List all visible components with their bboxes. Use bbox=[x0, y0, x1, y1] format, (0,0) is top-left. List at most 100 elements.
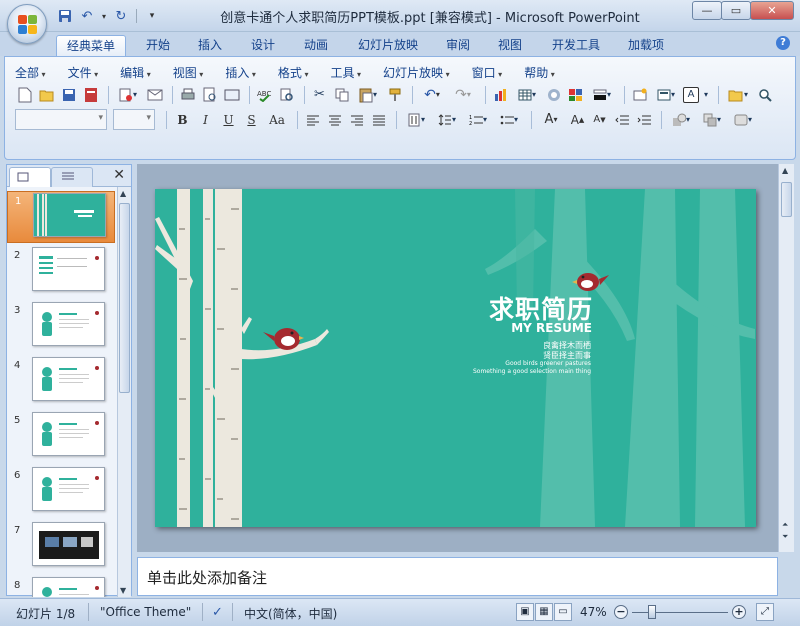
folder-icon[interactable]: ▾ bbox=[724, 85, 752, 104]
minimize-button[interactable]: — bbox=[692, 1, 722, 20]
slide-thumbnail[interactable]: 2 bbox=[7, 246, 115, 298]
save-icon[interactable] bbox=[59, 85, 78, 104]
format-painter-icon[interactable] bbox=[385, 85, 404, 104]
theme-name[interactable]: "Office Theme" bbox=[100, 605, 191, 619]
slide-subtitle[interactable]: MY RESUME bbox=[511, 321, 592, 335]
previous-slide-icon[interactable]: ⏶ bbox=[782, 520, 788, 530]
font-color-icon[interactable]: A ▾ bbox=[537, 110, 565, 129]
slide-line3[interactable]: Good birds greener pastures bbox=[505, 360, 591, 367]
slide-thumbnail[interactable]: 6 bbox=[7, 466, 115, 518]
tab-classic-menu[interactable]: 经典菜单 bbox=[56, 35, 126, 56]
shadow-button[interactable]: S bbox=[241, 110, 262, 129]
notes-placeholder[interactable]: 单击此处添加备注 bbox=[147, 567, 267, 588]
spelling-icon[interactable]: ABC bbox=[255, 85, 274, 104]
slide-color-icon[interactable] bbox=[566, 85, 585, 104]
tab-view[interactable]: 视图 bbox=[490, 35, 530, 56]
font-name-combo[interactable] bbox=[15, 109, 107, 130]
slide-sorter-icon[interactable]: ▦ bbox=[535, 603, 553, 621]
arrange-icon[interactable]: ▾ bbox=[698, 110, 726, 129]
slide-preview[interactable] bbox=[32, 412, 105, 456]
text-box-icon[interactable]: A bbox=[683, 86, 699, 103]
tab-slides[interactable] bbox=[9, 167, 51, 187]
tab-home[interactable]: 开始 bbox=[138, 35, 178, 56]
clipart-icon[interactable] bbox=[544, 85, 563, 104]
close-icon[interactable]: ✕ bbox=[113, 167, 125, 183]
cut-icon[interactable]: ✂ bbox=[310, 85, 329, 104]
tab-outline[interactable] bbox=[51, 167, 93, 187]
notes-pane[interactable]: 单击此处添加备注 bbox=[137, 557, 778, 596]
language-indicator[interactable]: 中文(简体，中国) bbox=[244, 605, 337, 622]
align-left-icon[interactable] bbox=[303, 110, 322, 129]
slideshow-view-icon[interactable]: ▭ bbox=[554, 603, 572, 621]
permission-icon[interactable]: ▾ bbox=[114, 85, 142, 104]
redo-icon[interactable]: ↷ ▾ bbox=[449, 85, 477, 104]
menu-window[interactable]: 窗口 bbox=[472, 64, 503, 81]
undo-icon[interactable]: ↶ ▾ bbox=[418, 85, 446, 104]
zoom-slider-thumb[interactable] bbox=[648, 605, 656, 619]
increase-indent-icon[interactable] bbox=[634, 110, 653, 129]
thumbnails-scrollbar[interactable]: ▲ ▼ bbox=[117, 187, 131, 597]
menu-tools[interactable]: 工具 bbox=[330, 64, 361, 81]
normal-view-icon[interactable]: ▣ bbox=[516, 603, 534, 621]
menu-insert[interactable]: 插入 bbox=[225, 64, 256, 81]
menu-slideshow[interactable]: 幻灯片放映 bbox=[383, 64, 450, 81]
bold-button[interactable]: B bbox=[172, 110, 193, 129]
decrease-indent-icon[interactable] bbox=[612, 110, 631, 129]
zoom-slider-track[interactable] bbox=[632, 612, 728, 613]
open-icon[interactable] bbox=[37, 85, 56, 104]
slide-thumbnail[interactable]: 7 bbox=[7, 521, 115, 573]
menu-format[interactable]: 格式 bbox=[278, 64, 309, 81]
scroll-thumb[interactable] bbox=[781, 182, 792, 217]
bullets-icon[interactable]: ▾ bbox=[495, 110, 523, 129]
tab-insert[interactable]: 插入 bbox=[190, 35, 230, 56]
slide-thumbnail[interactable]: 4 bbox=[7, 356, 115, 408]
insert-chart-icon[interactable] bbox=[491, 85, 510, 104]
print-icon[interactable] bbox=[178, 85, 197, 104]
email-icon[interactable] bbox=[145, 85, 164, 104]
italic-button[interactable]: I bbox=[195, 110, 216, 129]
help-icon[interactable]: ? bbox=[776, 36, 790, 50]
underline-button[interactable]: U bbox=[218, 110, 239, 129]
menu-view[interactable]: 视图 bbox=[173, 64, 204, 81]
tab-review[interactable]: 审阅 bbox=[438, 35, 478, 56]
slide-preview[interactable] bbox=[32, 522, 105, 566]
maximize-button[interactable]: ▭ bbox=[721, 1, 751, 20]
line-spacing-icon[interactable]: ▾ bbox=[433, 110, 461, 129]
spelling-check-icon[interactable]: ✓ bbox=[212, 605, 223, 620]
scroll-down-icon[interactable]: ▼ bbox=[120, 586, 126, 595]
zoom-out-icon[interactable]: − bbox=[614, 605, 628, 619]
align-center-icon[interactable] bbox=[325, 110, 344, 129]
scroll-up-icon[interactable]: ▲ bbox=[782, 166, 788, 175]
print-preview-icon[interactable] bbox=[200, 85, 219, 104]
change-case-button[interactable]: Aa bbox=[264, 110, 290, 129]
fit-to-window-icon[interactable]: ⤢ bbox=[756, 603, 774, 621]
slide-preview[interactable] bbox=[33, 193, 106, 237]
slide-preview[interactable] bbox=[32, 357, 105, 401]
tab-addins[interactable]: 加载项 bbox=[620, 35, 672, 56]
quick-styles-icon[interactable]: ▾ bbox=[729, 110, 757, 129]
font-size-combo[interactable] bbox=[113, 109, 155, 130]
slide-line4[interactable]: Something a good selection main thing bbox=[473, 368, 591, 375]
text-direction-icon[interactable]: ▾ bbox=[402, 110, 430, 129]
research-icon[interactable] bbox=[277, 85, 296, 104]
slide-view-icon[interactable] bbox=[222, 85, 241, 104]
slide-preview[interactable] bbox=[32, 577, 105, 597]
insert-table-icon[interactable]: ▾ bbox=[513, 85, 541, 104]
slide-thumbnail[interactable]: 3 bbox=[7, 301, 115, 353]
slide-preview[interactable] bbox=[32, 467, 105, 511]
justify-icon[interactable] bbox=[369, 110, 388, 129]
slide-scrollbar[interactable]: ▲ ⏶ ⏷ bbox=[778, 164, 794, 552]
zoom-in-icon[interactable]: + bbox=[732, 605, 746, 619]
slide-thumbnail[interactable]: 5 bbox=[7, 411, 115, 463]
new-icon[interactable] bbox=[15, 85, 34, 104]
shapes-icon[interactable]: ▾ bbox=[667, 110, 695, 129]
menu-all[interactable]: 全部 bbox=[15, 64, 46, 81]
line-style-icon[interactable]: ▾ bbox=[588, 85, 616, 104]
slide-preview[interactable] bbox=[32, 302, 105, 346]
office-button[interactable] bbox=[7, 4, 47, 44]
slide-preview[interactable] bbox=[32, 247, 105, 291]
text-box-dropdown-icon[interactable]: ▾ bbox=[702, 85, 710, 104]
tab-slideshow[interactable]: 幻灯片放映 bbox=[352, 35, 424, 56]
slide-thumbnail[interactable]: 8 bbox=[7, 576, 115, 597]
tab-animation[interactable]: 动画 bbox=[296, 35, 336, 56]
